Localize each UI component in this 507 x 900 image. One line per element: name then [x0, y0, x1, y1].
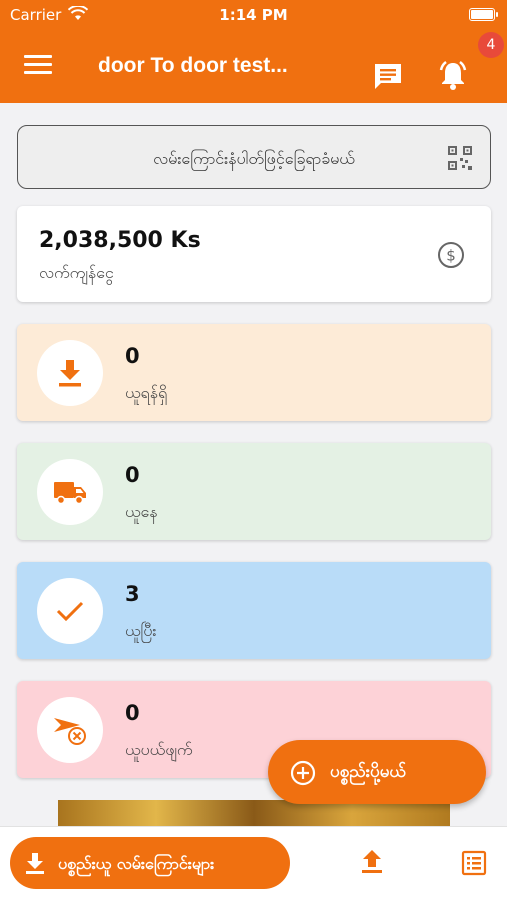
picking-up-label: ယူနေ [125, 502, 158, 521]
to-pickup-label: ယူရန်ရှိ [125, 383, 168, 402]
bottom-bar: ပစ္စည်းယူ လမ်းကြောင်းများ [0, 826, 507, 900]
list-icon[interactable] [460, 849, 488, 877]
pickup-cancelled-count: 0 [125, 701, 140, 725]
picking-up-count: 0 [125, 463, 140, 487]
to-pickup-count: 0 [125, 344, 140, 368]
dollar-coin-icon: $ [437, 241, 465, 269]
pickup-routes-label: ပစ္စည်းယူ လမ်းကြောင်းများ [58, 854, 215, 873]
balance-amount: 2,038,500 Ks [39, 228, 201, 253]
qr-code-icon[interactable] [448, 146, 472, 170]
picked-up-label: ယူပြီး [125, 621, 157, 640]
download-icon [37, 340, 103, 406]
truck-icon [37, 459, 103, 525]
picking-up-card[interactable]: 0 ယူနေ [17, 443, 491, 540]
battery-icon [469, 8, 498, 21]
promo-banner-image [58, 800, 450, 828]
balance-card: 2,038,500 Ks လက်ကျန်ငွေ $ [17, 206, 491, 302]
notification-count-badge: 4 [478, 32, 504, 58]
page-title: door To door test... [98, 54, 288, 77]
check-icon [37, 578, 103, 644]
message-icon[interactable] [372, 62, 404, 90]
to-pickup-card[interactable]: 0 ယူရန်ရှိ [17, 324, 491, 421]
tracking-search-box[interactable]: လမ်းကြောင်းနံပါတ်ဖြင့်ခြေရာခံမယ် [17, 125, 491, 189]
notification-bell-icon[interactable] [436, 58, 470, 92]
status-time: 1:14 PM [219, 6, 288, 24]
send-parcel-label: ပစ္စည်းပို့မယ် [330, 762, 406, 782]
app-header: Carrier 1:14 PM door To door test... 4 [0, 0, 507, 103]
balance-label: လက်ကျန်ငွေ [39, 263, 114, 282]
picked-up-card[interactable]: 3 ယူပြီး [17, 562, 491, 659]
cancel-delivery-icon [37, 697, 103, 763]
add-circle-icon [290, 760, 316, 790]
tracking-search-label: လမ်းကြောင်းနံပါတ်ဖြင့်ခြေရာခံမယ် [153, 149, 355, 168]
status-bar: Carrier 1:14 PM [0, 0, 507, 30]
pickup-cancelled-label: ယူပယ်ဖျက် [125, 740, 193, 759]
menu-icon[interactable] [24, 55, 52, 77]
send-parcel-button[interactable]: ပစ္စည်းပို့မယ် [268, 740, 486, 804]
svg-text:$: $ [446, 247, 456, 265]
pickup-routes-button[interactable]: ပစ္စည်းယူ လမ်းကြောင်းများ [10, 837, 290, 889]
upload-icon[interactable] [358, 847, 386, 875]
picked-up-count: 3 [125, 582, 140, 606]
